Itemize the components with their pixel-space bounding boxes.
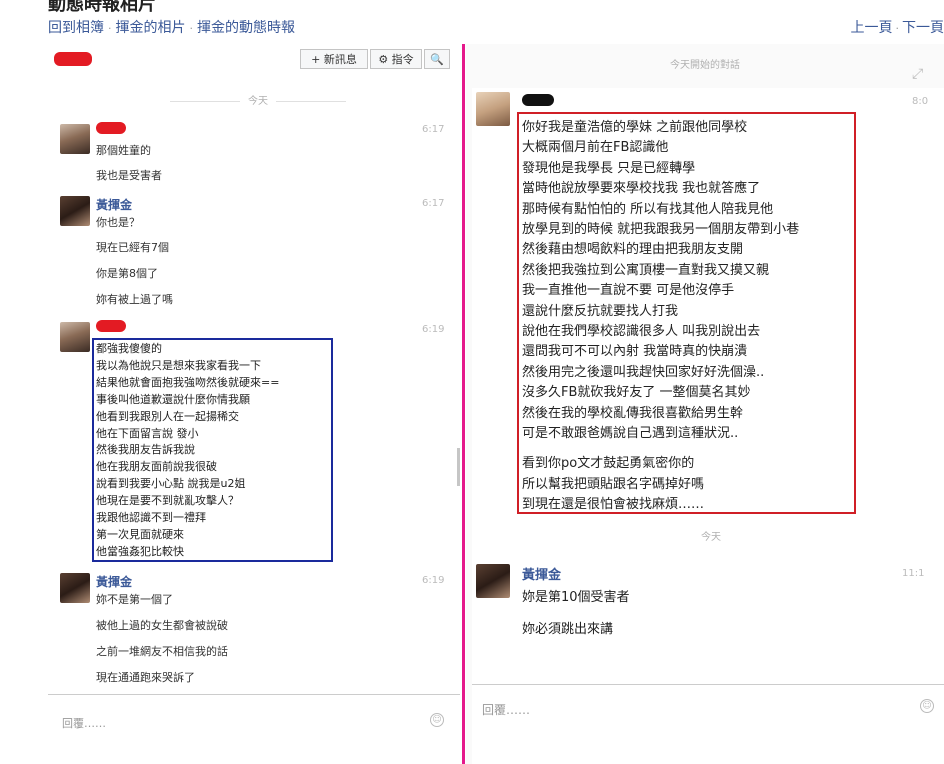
- crumb-photos[interactable]: 揮金的相片: [116, 20, 186, 36]
- message-line: 說他在我們學校認識很多人 叫我別說出去: [522, 324, 761, 339]
- message-line: 然後用完之後還叫我趕快回家好好洗個澡..: [522, 364, 765, 380]
- timestamp: 11:1: [902, 568, 925, 579]
- message-line: 所以幫我把頭貼跟名字碼掉好嗎: [522, 476, 705, 492]
- message-line: 我以為他說只是想來我家看我一下: [96, 358, 261, 372]
- day-divider: 今天: [701, 532, 721, 543]
- message-line: 結果他就會面抱我強吻然後就硬來==: [96, 375, 280, 389]
- chat-toolbar: + 新訊息 ⚙ 指令 🔍: [48, 44, 460, 76]
- search-icon[interactable]: 🔍: [424, 49, 450, 69]
- crumb-album[interactable]: 回到相簿: [48, 20, 104, 36]
- message-line: 到現在還是很怕會被找麻煩……: [522, 497, 705, 513]
- avatar: [60, 124, 90, 154]
- message-text: 那個姓童的: [96, 144, 151, 157]
- message-text: 妳是第10個受害者: [522, 590, 630, 605]
- conversation-start-label: 今天開始的對話: [670, 60, 740, 71]
- message-line: 當時他說放學要來學校找我 我也就答應了: [522, 181, 761, 197]
- message-text: 你是第8個了: [96, 267, 158, 280]
- message-line: 然後在我的學校亂傳我很喜歡給男生幹: [522, 405, 744, 421]
- emoticon-icon[interactable]: ☺: [430, 713, 444, 727]
- emoticon-icon[interactable]: ☺: [920, 699, 934, 713]
- message-line: 沒多久FB就砍我好友了 一整個莫名其妙: [522, 385, 751, 401]
- pager: 上一頁 · 下一頁: [850, 20, 944, 36]
- reply-area: 回覆…… ☺: [472, 684, 944, 764]
- message-line: 第一次見面就硬來: [96, 527, 184, 541]
- timestamp: 6:19: [422, 575, 445, 586]
- message-line: 我跟他認識不到一禮拜: [96, 511, 206, 524]
- message-line: 說看到我要小心點 說我是u2姐: [96, 477, 246, 491]
- scrollbar-thumb[interactable]: [457, 448, 460, 486]
- avatar: [476, 564, 510, 598]
- message-text: 現在已經有7個: [96, 241, 169, 254]
- message-line: 然後我朋友告訴我說: [96, 443, 195, 457]
- timestamp: 6:17: [422, 124, 445, 135]
- message-line: 還問我可不可以內射 我當時真的快崩潰: [522, 344, 748, 360]
- divider-line: [462, 44, 465, 764]
- redacted-name: [96, 122, 126, 134]
- message-text: 之前一堆網友不相信我的話: [96, 645, 228, 658]
- sender-name[interactable]: 黃揮金: [96, 573, 132, 590]
- message-text: 被他上過的女生都會被說破: [96, 619, 228, 632]
- timestamp: 6:19: [422, 324, 445, 335]
- message-text: 妳必須跳出來講: [522, 622, 614, 637]
- breadcrumb: 回到相簿 · 揮金的相片 · 揮金的動態時報: [48, 20, 295, 36]
- next-page-link[interactable]: 下一頁: [902, 20, 944, 36]
- timestamp: 8:0: [912, 96, 929, 107]
- message-line: 看到你po文才鼓起勇氣密你的: [522, 456, 695, 472]
- left-chat-screenshot: + 新訊息 ⚙ 指令 🔍 今天 6:17 那個姓童的 我也是受害者 黃揮金 6:…: [48, 44, 460, 764]
- message-line: 那時候有點怕怕的 所以有找其他人陪我見他: [522, 201, 774, 217]
- new-message-button[interactable]: + 新訊息: [300, 49, 368, 69]
- message-line: 他看到我跟別人在一起揚稀交: [96, 409, 239, 423]
- day-divider: 今天: [158, 92, 358, 107]
- sender-name[interactable]: 黃揮金: [522, 564, 561, 583]
- message-line: 他在我朋友面前說我很破: [96, 460, 217, 474]
- prev-page-link[interactable]: 上一頁: [851, 20, 893, 36]
- message-text: 妳不是第一個了: [96, 593, 173, 606]
- message-line: 他在下面留言說 發小: [96, 426, 199, 440]
- message-line: 我一直推他一直說不要 可是他沒停手: [522, 283, 735, 299]
- message-line: 事後叫他道歉還說什麼你情我願: [96, 392, 250, 406]
- right-chat-screenshot: 今天開始的對話 ⤢ 8:0 你好我是童浩億的學妹 之前跟他同學校 大概兩個月前在F…: [466, 44, 944, 764]
- message-text: 我也是受害者: [96, 169, 162, 182]
- message-line: 他現在是要不到就亂攻擊人？: [96, 494, 239, 508]
- message-line: 放學見到的時候 就把我跟我另一個朋友帶到小巷: [522, 222, 800, 237]
- message-line: 大概兩個月前在FB認識他: [522, 140, 669, 156]
- actions-button[interactable]: ⚙ 指令: [370, 49, 422, 69]
- message-line: 然後把我強拉到公寓頂樓一直對我又摸又親: [522, 262, 770, 278]
- page-title: 動態時報相片: [48, 0, 156, 15]
- message-line: 可是不敢跟爸媽說自己遇到這種狀況..: [522, 426, 739, 441]
- message-line: 他當強姦犯比較快: [96, 544, 184, 558]
- message-line: 發現他是我學長 只是已經轉學: [522, 160, 696, 176]
- redacted-name: [96, 320, 126, 332]
- avatar: [476, 92, 510, 126]
- timestamp: 6:17: [422, 198, 445, 209]
- reply-input[interactable]: 回覆……: [482, 701, 530, 718]
- message-line: 然後藉由想喝飲料的理由把我朋友支開: [522, 242, 744, 258]
- message-text: 你也是？: [96, 216, 140, 229]
- message-line: 你好我是童浩億的學妹 之前跟他同學校: [522, 120, 748, 135]
- message-line: 都強我傻傻的: [96, 342, 162, 355]
- message-text: 妳有被上過了嗎: [96, 293, 173, 306]
- redacted-name: [54, 52, 92, 66]
- reply-input[interactable]: 回覆……: [62, 715, 106, 731]
- expand-icon[interactable]: ⤢: [912, 66, 923, 82]
- message-text: 現在通通跑來哭訴了: [96, 671, 195, 684]
- message-line: 還說什麼反抗就要找人打我: [522, 303, 679, 319]
- reply-area: 回覆…… ☺: [48, 694, 460, 764]
- avatar: [60, 322, 90, 352]
- redacted-name: [522, 94, 554, 106]
- avatar: [60, 196, 90, 226]
- crumb-timeline[interactable]: 揮金的動態時報: [197, 20, 295, 36]
- sender-name[interactable]: 黃揮金: [96, 196, 132, 213]
- avatar: [60, 573, 90, 603]
